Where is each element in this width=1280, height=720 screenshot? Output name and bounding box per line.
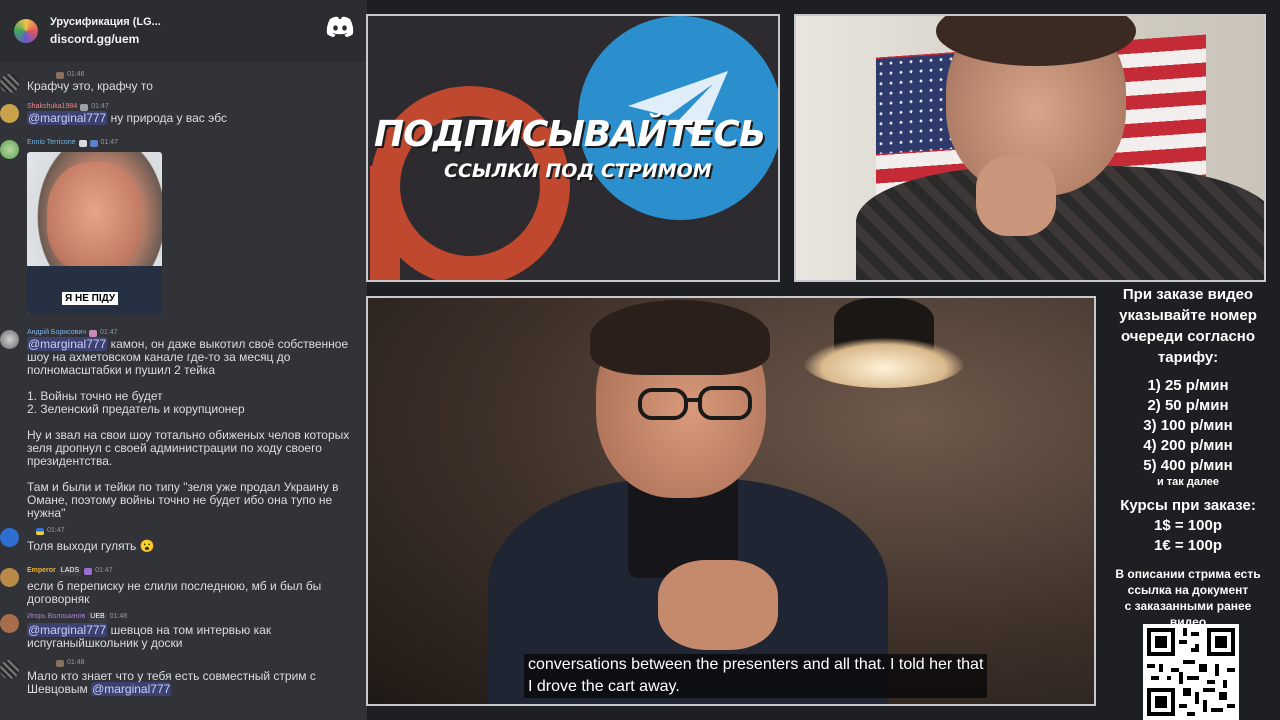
user-avatar [0, 330, 19, 349]
tariff-item: 1) 25 р/мин [1147, 377, 1229, 394]
info-description: В описании стрима есть ссылка на докумен… [1096, 566, 1280, 630]
username[interactable]: Ennio Terricone [27, 138, 76, 148]
promo-banner: ПОДПИСЫВАЙТЕСЬ ССЫЛКИ ПОД СТРИМОМ [366, 14, 780, 282]
message-text: Мало кто знает что у тебя есть совместны… [27, 670, 365, 696]
message-text: @marginal777 камон, он даже выкотил своё… [27, 337, 365, 377]
user-mention[interactable]: @marginal777 [27, 337, 108, 351]
timestamp: 01:48 [67, 659, 85, 666]
tariff-item: 3) 100 р/мин [1143, 417, 1233, 434]
server-icon [14, 19, 38, 43]
message-text: Толя выходи гулять 😮 [27, 540, 365, 553]
tariff-more: и так далее [1156, 476, 1220, 488]
timestamp: 01:47 [95, 567, 113, 574]
timestamp: 01:47 [47, 527, 65, 534]
surprised-emoji-icon: 😮 [139, 539, 155, 553]
chat-message[interactable]: Андрій Борисович 01:47 @marginal777 камон… [0, 328, 367, 526]
message-text: @marginal777 ну природа у вас эбс [27, 111, 365, 125]
clan-tag: UEB [88, 612, 107, 622]
user-mention[interactable]: @marginal777 [91, 682, 172, 696]
chat-message[interactable]: 01:48 Мало кто знает что у тебя есть сов… [0, 658, 367, 698]
rates-title: Курсы при заказе: [1120, 497, 1256, 514]
video-subtitles: conversations between the presenters and… [524, 654, 988, 698]
user-avatar [0, 140, 19, 159]
user-avatar [0, 614, 19, 633]
username[interactable]: Emperor [27, 566, 56, 576]
message-list-item: 2. Зеленский предатель и корупционер [27, 402, 245, 416]
message-paragraph: Там и были и тейки по типу "зеля уже про… [27, 480, 339, 520]
role-badge-icon [88, 329, 97, 337]
subtitle-line: I drove the cart away. [528, 678, 680, 695]
webcam-feed [794, 14, 1266, 282]
message-body: ну природа у вас эбс [110, 111, 227, 125]
user-avatar [0, 660, 19, 679]
role-badge-icon [80, 103, 89, 111]
message-paragraph: Ну и звал на свои шоу тотально обиженых … [27, 428, 350, 468]
flag-badge-icon [36, 527, 44, 535]
message-body: Толя выходи гулять [27, 539, 137, 553]
server-invite-link[interactable]: discord.gg/uem [50, 32, 161, 46]
qr-code-icon[interactable] [1143, 624, 1239, 720]
meme-caption: Я НЕ ПІДУ [62, 292, 119, 305]
user-mention[interactable]: @marginal777 [27, 111, 108, 125]
boosty-logo-stem [370, 166, 400, 280]
role-badge-icon [84, 567, 93, 575]
user-avatar [0, 528, 19, 547]
user-avatar [0, 104, 19, 123]
promo-subtitle: ССЫЛКИ ПОД СТРИМОМ [444, 160, 712, 182]
description-line: ссылка на документ [1127, 583, 1249, 597]
role-badge-icon [89, 139, 98, 147]
info-heading: очереди согласно [1120, 328, 1256, 345]
guest-hand [658, 560, 778, 650]
chat-message[interactable]: 01:47 Толя выходи гулять 😮 [0, 526, 367, 566]
order-info-panel: При заказе видео указывайте номер очеред… [1096, 284, 1280, 630]
rate-item: 1$ = 100р [1154, 517, 1222, 534]
user-avatar [0, 568, 19, 587]
role-badge-icon [56, 71, 64, 79]
chat-message[interactable]: Игорь Волошинов UEB 01:48 @marginal777 шев… [0, 612, 367, 658]
meme-image[interactable]: Я НЕ ПІДУ [27, 152, 162, 314]
server-header[interactable]: Урусификация (LG... discord.gg/uem [0, 0, 367, 62]
meme-shirt [27, 266, 162, 314]
timestamp: 01:48 [109, 613, 128, 620]
message-text: @marginal777 шевцов на том интервью как … [27, 623, 365, 650]
clan-tag: LADS [58, 566, 82, 576]
message-body: Мало кто знает что у тебя есть совместны… [27, 669, 316, 696]
main-video-player[interactable]: conversations between the presenters and… [366, 296, 1096, 706]
username[interactable]: Игорь Волошинов [27, 612, 85, 622]
lamp-light [804, 338, 964, 388]
message-text: Крафчу это, крафчу то [27, 79, 153, 93]
glasses-icon [638, 386, 752, 420]
tariff-item: 2) 50 р/мин [1147, 397, 1229, 414]
chat-message[interactable]: 01:46 Крафчу это, крафчу то [0, 70, 367, 102]
server-name: Урусификация (LG... [50, 16, 161, 28]
user-mention[interactable]: @marginal777 [27, 623, 108, 637]
chat-message[interactable]: Emperor LADS 01:47 если б переписку не сли… [0, 566, 367, 612]
message-text: если б переписку не слили последнюю, мб … [27, 579, 322, 606]
tariff-item: 5) 400 р/мин [1143, 457, 1233, 474]
tariff-item: 4) 200 р/мин [1143, 437, 1233, 454]
info-heading: указывайте номер [1119, 307, 1257, 324]
role-badge-icon [78, 139, 87, 147]
rate-item: 1€ = 100р [1154, 537, 1222, 554]
discord-chat-panel: Урусификация (LG... discord.gg/uem 01:46… [0, 0, 367, 720]
meme-face [47, 162, 142, 272]
description-line: с заказанными ранее [1124, 599, 1252, 613]
discord-logo-icon [326, 16, 354, 37]
chat-message[interactable]: Shakshuka1984 01:47 @marginal777 ну приро… [0, 102, 367, 138]
user-avatar [0, 74, 19, 93]
streamer-hand [976, 156, 1056, 236]
subtitle-line: conversations between the presenters and… [528, 656, 984, 673]
chat-message[interactable]: Ennio Terricone 01:47 Я НЕ ПІДУ [0, 138, 367, 328]
description-line: В описании стрима есть [1115, 567, 1261, 581]
role-badge-icon [56, 659, 64, 667]
stream-layout: Урусификация (LG... discord.gg/uem 01:46… [0, 0, 1280, 720]
info-heading: При заказе видео [1122, 286, 1254, 303]
guest-hair [590, 300, 770, 375]
message-list: 01:46 Крафчу это, крафчу то Shakshuka198… [0, 62, 367, 698]
info-heading: тарифу: [1157, 349, 1219, 366]
promo-title: ПОДПИСЫВАЙТЕСЬ [374, 114, 766, 155]
timestamp: 01:47 [100, 139, 119, 146]
